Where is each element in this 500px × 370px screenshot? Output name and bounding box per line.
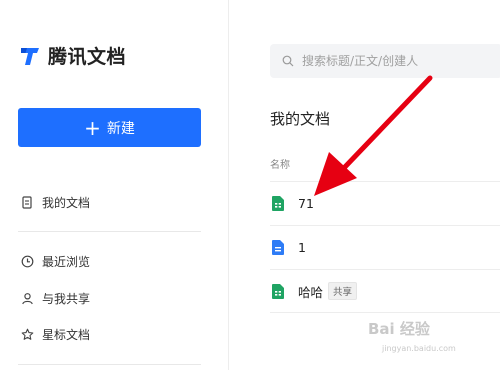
sheet-file-icon: [272, 283, 284, 299]
new-button[interactable]: + 新建: [18, 108, 201, 147]
file-name: 71: [298, 196, 314, 211]
search-bar[interactable]: [270, 44, 500, 78]
sidebar: 腾讯文档 + 新建 我的文档 最近浏览 与我共享 星标文档: [0, 0, 228, 370]
page-title: 我的文档: [270, 110, 331, 128]
sidebar-item-label: 我的文档: [42, 196, 91, 210]
shared-badge: 共享: [328, 282, 358, 300]
sidebar-item-my-docs[interactable]: 我的文档: [20, 194, 90, 211]
sidebar-item-shared[interactable]: 与我共享: [20, 290, 90, 307]
tencent-docs-logo-icon: [21, 47, 39, 65]
sidebar-item-label: 最近浏览: [42, 255, 91, 269]
sheet-file-icon: [272, 196, 284, 211]
file-row[interactable]: 哈哈 共享: [270, 269, 500, 313]
file-row[interactable]: 71: [270, 181, 500, 225]
sidebar-item-starred[interactable]: 星标文档: [20, 326, 90, 343]
clock-icon: [20, 255, 34, 269]
sidebar-item-label: 星标文档: [42, 328, 91, 342]
column-header-name[interactable]: 名称: [270, 156, 290, 171]
search-input[interactable]: [302, 54, 500, 68]
sidebar-item-recent[interactable]: 最近浏览: [20, 253, 90, 270]
sidebar-divider: [18, 364, 201, 365]
baidu-watermark: Bai 经验: [368, 320, 430, 338]
new-button-label: 新建: [106, 120, 135, 137]
user-icon: [20, 292, 34, 306]
file-name: 1: [298, 240, 306, 255]
file-name: 哈哈: [298, 284, 324, 300]
doc-file-icon: [272, 240, 284, 255]
search-icon: [282, 55, 294, 67]
app-name: 腾讯文档: [48, 46, 127, 68]
panel-separator: [228, 0, 229, 370]
sidebar-divider: [18, 231, 201, 232]
document-icon: [20, 196, 34, 210]
app-logo[interactable]: 腾讯文档: [18, 42, 126, 69]
file-row[interactable]: 1: [270, 225, 500, 269]
plus-icon: +: [84, 115, 101, 140]
star-icon: [20, 328, 34, 342]
sidebar-item-label: 与我共享: [42, 292, 91, 306]
baidu-watermark-url: jingyan.baidu.com: [382, 344, 456, 353]
